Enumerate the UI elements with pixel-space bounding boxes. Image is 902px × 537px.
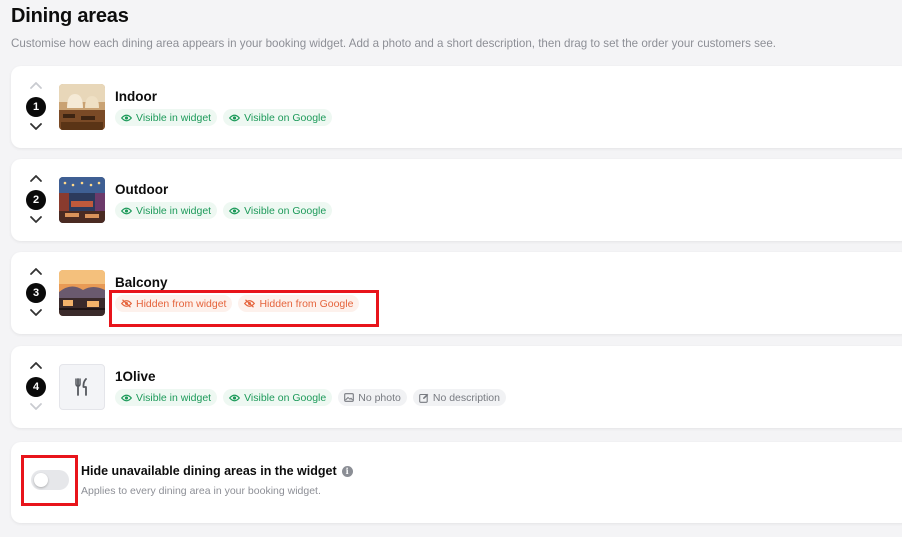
edit-icon	[419, 393, 429, 403]
chevron-up-icon[interactable]	[29, 267, 43, 277]
position-number: 4	[26, 377, 46, 397]
balcony-photo[interactable]	[59, 270, 105, 316]
chevron-down-icon[interactable]	[29, 121, 43, 131]
reorder-controls: 3	[24, 264, 48, 322]
status-badge: Hidden from Google	[238, 295, 360, 312]
toggle-knob	[34, 473, 48, 487]
eye-icon	[229, 394, 241, 402]
dining-area-card[interactable]: 1 Indoor Visible in widget Visible on Go…	[11, 66, 902, 148]
outdoor-photo[interactable]	[59, 177, 105, 223]
badge-label: Visible on Google	[244, 204, 327, 217]
badge-label: Visible in widget	[136, 111, 212, 124]
toggle-label: Hide unavailable dining areas in the wid…	[81, 464, 353, 478]
photo-placeholder[interactable]	[59, 364, 105, 410]
eye-icon	[229, 207, 241, 215]
status-badges: Visible in widget Visible on Google	[115, 109, 333, 126]
status-badge: Visible on Google	[223, 202, 333, 219]
status-badge: Visible on Google	[223, 389, 333, 406]
chevron-down-icon[interactable]	[29, 307, 43, 317]
fork-knife-icon	[74, 378, 90, 396]
hide-unavailable-toggle[interactable]	[31, 470, 69, 490]
chevron-down-icon[interactable]	[29, 401, 43, 411]
eye-off-icon	[244, 299, 256, 308]
status-badges: Visible in widget Visible on Google No p…	[115, 389, 506, 406]
position-number: 3	[26, 283, 46, 303]
reorder-controls: 2	[24, 171, 48, 229]
area-name: Balcony	[115, 275, 168, 290]
status-badge: No photo	[338, 389, 407, 406]
badge-label: Visible on Google	[244, 391, 327, 404]
dining-area-card[interactable]: 3 Balcony Hidden from widget Hidden from…	[11, 252, 902, 334]
position-number: 2	[26, 190, 46, 210]
badge-label: No description	[432, 391, 500, 404]
eye-icon	[121, 394, 132, 402]
status-badge: Visible on Google	[223, 109, 333, 126]
dining-area-card[interactable]: 2 Outdoor Visible in widget Visible on G…	[11, 159, 902, 241]
image-icon	[344, 393, 355, 402]
eye-off-icon	[121, 299, 132, 308]
position-number: 1	[26, 97, 46, 117]
hide-unavailable-card: Hide unavailable dining areas in the wid…	[11, 442, 902, 523]
chevron-up-icon[interactable]	[29, 361, 43, 371]
badge-label: Hidden from Google	[259, 297, 354, 310]
badge-label: Visible in widget	[136, 204, 212, 217]
badge-label: Visible on Google	[244, 111, 327, 124]
badge-label: Visible in widget	[136, 391, 212, 404]
status-badge: No description	[412, 389, 506, 406]
page-title: Dining areas	[11, 5, 129, 27]
area-name: 1Olive	[115, 369, 156, 384]
toggle-help-text: Applies to every dining area in your boo…	[81, 485, 321, 497]
info-icon[interactable]: i	[341, 465, 353, 477]
reorder-controls: 1	[24, 78, 48, 136]
status-badges: Hidden from widget Hidden from Google	[115, 295, 360, 312]
dining-area-card[interactable]: 4 1Olive Visible in widget Visible on Go…	[11, 346, 902, 428]
eye-icon	[229, 114, 241, 122]
status-badge: Visible in widget	[115, 109, 218, 126]
area-name: Outdoor	[115, 182, 169, 197]
indoor-photo[interactable]	[59, 84, 105, 130]
status-badge: Visible in widget	[115, 389, 218, 406]
eye-icon	[121, 207, 132, 215]
chevron-up-icon[interactable]	[29, 81, 43, 91]
eye-icon	[121, 114, 132, 122]
page-subtitle: Customise how each dining area appears i…	[11, 37, 777, 50]
toggle-label-text: Hide unavailable dining areas in the wid…	[81, 464, 337, 478]
badge-label: No photo	[358, 391, 401, 404]
chevron-down-icon[interactable]	[29, 214, 43, 224]
status-badge: Hidden from widget	[115, 295, 233, 312]
chevron-up-icon[interactable]	[29, 174, 43, 184]
reorder-controls: 4	[24, 358, 48, 416]
area-name: Indoor	[115, 89, 157, 104]
status-badges: Visible in widget Visible on Google	[115, 202, 333, 219]
badge-label: Hidden from widget	[136, 297, 227, 310]
status-badge: Visible in widget	[115, 202, 218, 219]
